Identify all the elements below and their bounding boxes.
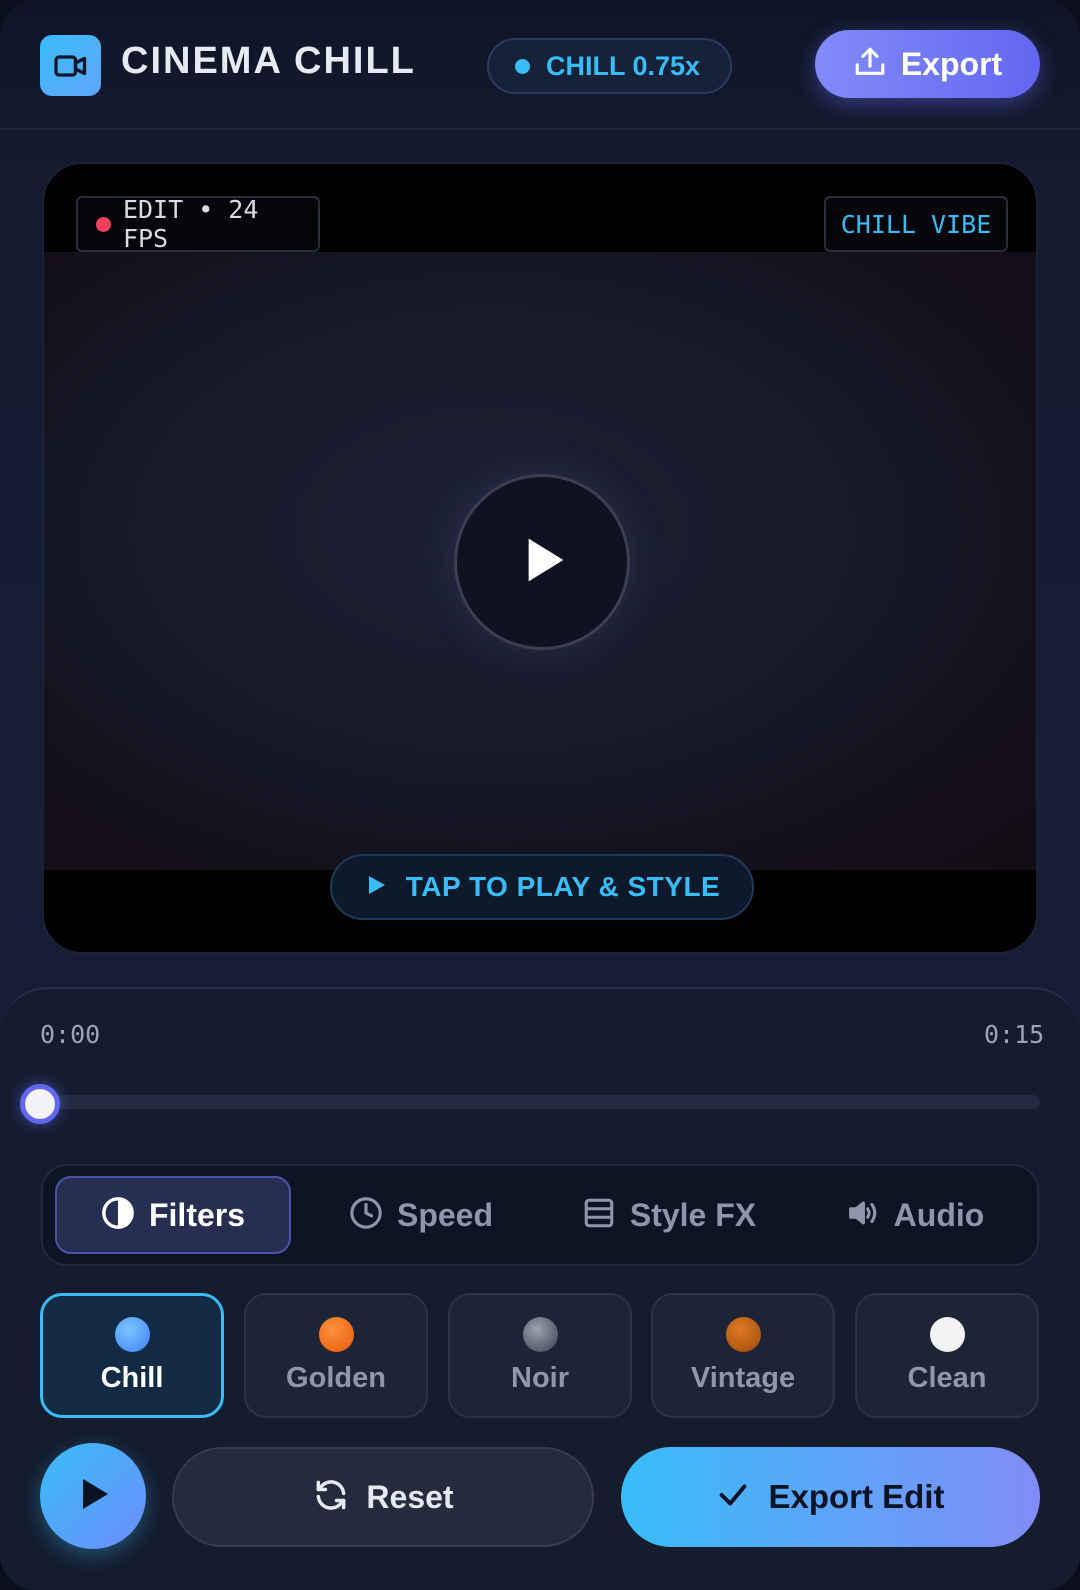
play-button[interactable] bbox=[40, 1443, 146, 1549]
tab-style-fx-label: Style FX bbox=[629, 1196, 757, 1233]
status-dot bbox=[515, 58, 530, 74]
export-edit-label: Export Edit bbox=[768, 1478, 945, 1515]
play-small-icon bbox=[364, 872, 388, 903]
filter-vintage[interactable]: Vintage bbox=[651, 1293, 835, 1418]
filter-noir[interactable]: Noir bbox=[448, 1293, 632, 1418]
reset-button-label: Reset bbox=[366, 1478, 454, 1515]
filter-swatch bbox=[929, 1316, 965, 1352]
upload-icon bbox=[853, 45, 887, 84]
filter-clean-label: Clean bbox=[907, 1361, 987, 1394]
filter-swatch bbox=[318, 1316, 354, 1352]
record-dot-icon bbox=[96, 216, 111, 232]
tab-style-fx[interactable]: Style FX bbox=[551, 1176, 787, 1254]
reset-button[interactable]: Reset bbox=[172, 1447, 594, 1547]
filter-golden-label: Golden bbox=[286, 1361, 386, 1394]
vibe-badge: CHILL VIBE bbox=[824, 196, 1008, 252]
tab-filters-label: Filters bbox=[148, 1196, 246, 1233]
clock-icon bbox=[349, 1196, 383, 1235]
export-button[interactable]: Export bbox=[815, 30, 1040, 98]
contrast-icon bbox=[101, 1196, 135, 1235]
export-button-label: Export bbox=[900, 45, 1003, 82]
filter-swatch bbox=[725, 1316, 761, 1352]
export-edit-button[interactable]: Export Edit bbox=[621, 1447, 1040, 1547]
app-title: CINEMA CHILL bbox=[121, 40, 416, 82]
timeline-track[interactable] bbox=[40, 1095, 1040, 1109]
filter-swatch bbox=[114, 1316, 150, 1352]
video-camera-icon bbox=[40, 35, 101, 96]
filter-swatch bbox=[522, 1316, 558, 1352]
layers-icon bbox=[582, 1196, 616, 1235]
edit-tabs: Filters Speed Style FX Audio bbox=[41, 1164, 1039, 1266]
play-icon bbox=[73, 1474, 113, 1519]
tap-to-play-label: TAP TO PLAY & STYLE bbox=[405, 871, 721, 902]
play-icon bbox=[510, 528, 574, 597]
app-header: CINEMA CHILL CHILL 0.75x Export bbox=[0, 0, 1080, 130]
filter-chill-label: Chill bbox=[100, 1361, 164, 1394]
tab-speed-label: Speed bbox=[396, 1196, 494, 1233]
speed-badge-label: CHILL 0.75x bbox=[546, 50, 701, 81]
timeline-scrubber[interactable] bbox=[20, 1084, 60, 1124]
current-time: 0:00 bbox=[40, 1020, 101, 1049]
filter-golden[interactable]: Golden bbox=[244, 1293, 428, 1418]
check-icon bbox=[716, 1478, 750, 1517]
center-play-button[interactable] bbox=[454, 474, 630, 650]
tab-filters[interactable]: Filters bbox=[55, 1176, 291, 1254]
filter-vintage-label: Vintage bbox=[690, 1361, 796, 1394]
speed-badge[interactable]: CHILL 0.75x bbox=[487, 38, 732, 94]
edit-fps-label: EDIT • 24 FPS bbox=[122, 195, 259, 253]
refresh-icon bbox=[312, 1476, 350, 1519]
edit-fps-badge: EDIT • 24 FPS bbox=[76, 195, 320, 253]
video-preview[interactable]: EDIT • 24 FPS CHILL VIBE TAP TO PLAY & S… bbox=[42, 162, 1038, 954]
tab-speed[interactable]: Speed bbox=[303, 1176, 539, 1254]
tab-audio-label: Audio bbox=[893, 1196, 985, 1233]
cinema-chill-app: CINEMA CHILL CHILL 0.75x Export EDIT • 2… bbox=[0, 0, 1080, 1590]
duration-time: 0:15 bbox=[984, 1020, 1045, 1049]
filter-noir-label: Noir bbox=[511, 1361, 569, 1394]
vibe-badge-label: CHILL VIBE bbox=[840, 209, 992, 239]
speaker-icon bbox=[844, 1196, 880, 1235]
tap-to-play-button[interactable]: TAP TO PLAY & STYLE bbox=[330, 854, 754, 920]
tab-audio[interactable]: Audio bbox=[799, 1176, 1029, 1254]
filter-clean[interactable]: Clean bbox=[855, 1293, 1039, 1418]
filter-chill[interactable]: Chill bbox=[40, 1293, 224, 1418]
